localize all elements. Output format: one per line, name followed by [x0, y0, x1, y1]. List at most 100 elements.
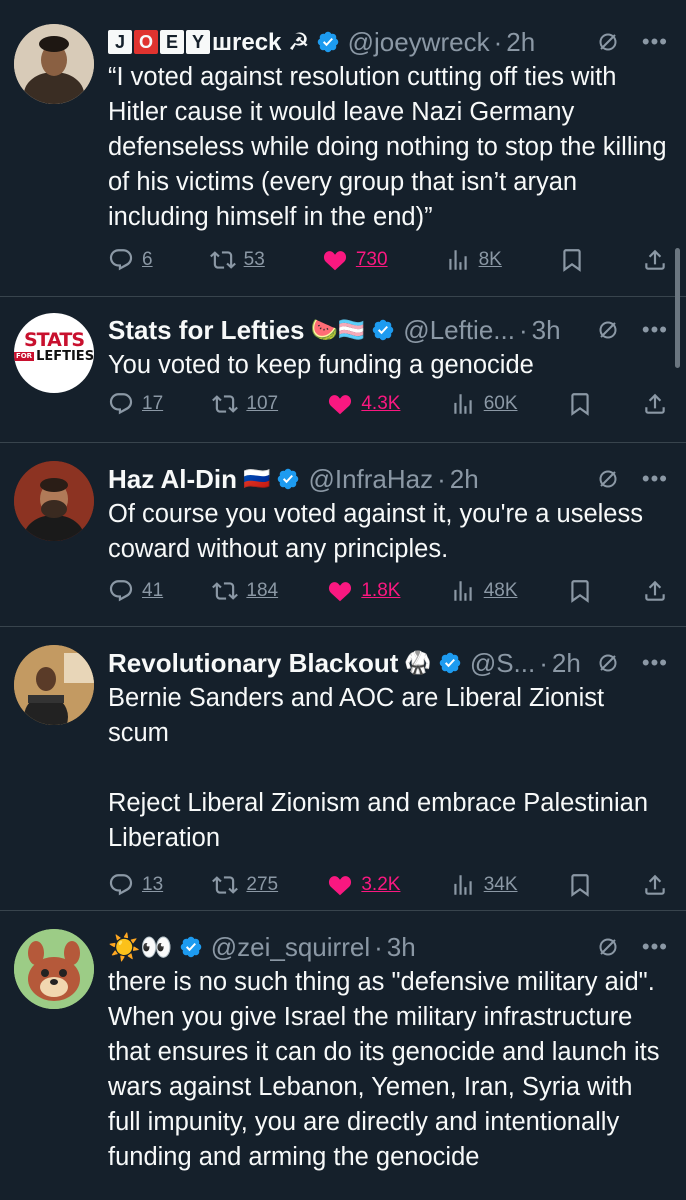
like-count: 4.3K: [361, 393, 401, 414]
heart-icon: [327, 391, 353, 417]
repost-icon: [212, 872, 238, 898]
tweet[interactable]: STATS FOR LEFTIES Stats for Lefties 🍉🏳️‍…: [0, 297, 686, 443]
heart-icon: [322, 247, 348, 273]
share-button[interactable]: [642, 872, 668, 898]
reply-button[interactable]: 6: [108, 247, 153, 273]
bookmark-icon: [567, 578, 593, 604]
handle[interactable]: @InfraHaz: [308, 464, 433, 495]
views-button[interactable]: 8K: [445, 247, 502, 273]
more-icon[interactable]: •••: [642, 317, 668, 343]
handle[interactable]: @joeywreck: [348, 27, 490, 58]
display-name[interactable]: Haz Al-Din: [108, 464, 237, 495]
bookmark-icon: [559, 247, 585, 273]
display-name[interactable]: J O E Y шreck ☭: [108, 28, 310, 57]
bookmark-button[interactable]: [567, 391, 593, 417]
separator: ·: [539, 647, 548, 678]
repost-icon: [210, 247, 236, 273]
views-button[interactable]: 34K: [450, 872, 518, 898]
avatar-text: LEFTIES: [36, 349, 94, 364]
avatar[interactable]: STATS FOR LEFTIES: [14, 313, 94, 393]
share-button[interactable]: [642, 247, 668, 273]
grok-icon[interactable]: [596, 318, 620, 342]
separator: ·: [518, 314, 528, 345]
display-name[interactable]: Stats for Lefties: [108, 315, 305, 346]
logo-letter: J: [108, 30, 132, 54]
separator: ·: [374, 931, 383, 962]
repost-button[interactable]: 275: [212, 872, 278, 898]
like-count: 730: [355, 249, 388, 270]
reply-icon: [108, 391, 134, 417]
grok-icon[interactable]: [596, 651, 620, 675]
bookmark-button[interactable]: [567, 872, 593, 898]
repost-count: 107: [246, 393, 279, 414]
grok-icon[interactable]: [596, 30, 620, 54]
repost-icon: [212, 391, 238, 417]
more-icon[interactable]: •••: [642, 934, 668, 960]
avatar-text: STATS: [23, 329, 85, 351]
heart-icon: [327, 872, 353, 898]
repost-button[interactable]: 53: [210, 247, 265, 273]
share-button[interactable]: [642, 391, 668, 417]
like-button[interactable]: 1.8K: [327, 578, 400, 604]
bookmark-icon: [567, 391, 593, 417]
display-name[interactable]: Revolutionary Blackout: [108, 648, 398, 679]
verified-icon: [316, 30, 340, 54]
scrollbar[interactable]: [675, 248, 680, 368]
like-button[interactable]: 4.3K: [327, 391, 400, 417]
more-icon[interactable]: •••: [642, 29, 668, 55]
display-name[interactable]: ☀️👀: [108, 932, 173, 963]
name-emoji: 🍉🏳️‍⚧️: [310, 317, 366, 342]
timestamp[interactable]: 3h: [387, 932, 416, 963]
timestamp[interactable]: 2h: [450, 464, 479, 495]
views-icon: [450, 391, 476, 417]
timestamp[interactable]: 2h: [552, 648, 581, 679]
views-button[interactable]: 60K: [450, 391, 518, 417]
verified-icon: [276, 467, 300, 491]
reply-icon: [108, 247, 134, 273]
share-button[interactable]: [642, 578, 668, 604]
repost-count: 184: [246, 580, 279, 601]
grok-icon[interactable]: [596, 935, 620, 959]
handle[interactable]: @S...: [470, 648, 535, 679]
repost-button[interactable]: 107: [212, 391, 278, 417]
handle[interactable]: @zei_squirrel: [211, 932, 370, 963]
like-count: 3.2K: [361, 874, 401, 895]
name-emoji: 🇷🇺: [243, 466, 271, 491]
avatar[interactable]: [14, 929, 94, 1009]
bookmark-button[interactable]: [567, 578, 593, 604]
avatar[interactable]: [14, 461, 94, 541]
more-icon[interactable]: •••: [642, 650, 668, 676]
display-name-suffix: шreck ☭: [212, 28, 310, 56]
grok-icon[interactable]: [596, 467, 620, 491]
timestamp[interactable]: 3h: [532, 315, 561, 346]
share-icon: [642, 247, 668, 273]
reply-count: 17: [142, 393, 164, 414]
view-count: 34K: [483, 874, 518, 895]
tweet-text: “I voted against resolution cutting off …: [108, 63, 674, 231]
tweet[interactable]: Revolutionary Blackout 🥋 @S... · 2h ••• …: [0, 627, 686, 911]
like-button[interactable]: 730: [322, 247, 388, 273]
like-count: 1.8K: [361, 580, 401, 601]
bookmark-button[interactable]: [559, 247, 585, 273]
logo-letter: Y: [186, 30, 210, 54]
repost-button[interactable]: 184: [212, 578, 278, 604]
views-button[interactable]: 48K: [450, 578, 518, 604]
timestamp[interactable]: 2h: [506, 27, 535, 58]
like-button[interactable]: 3.2K: [327, 872, 400, 898]
avatar[interactable]: [14, 645, 94, 725]
reply-button[interactable]: 13: [108, 872, 163, 898]
reply-button[interactable]: 41: [108, 578, 163, 604]
tweet-text: there is no such thing as "defensive mil…: [108, 968, 667, 1171]
tweet[interactable]: J O E Y шreck ☭ @joeywreck · 2h ••• “I v…: [0, 0, 686, 297]
tweet[interactable]: Haz Al-Din 🇷🇺 @InfraHaz · 2h ••• Of cour…: [0, 443, 686, 627]
reply-count: 6: [142, 249, 153, 270]
logo-letter: O: [134, 30, 158, 54]
repost-count: 275: [246, 874, 279, 895]
heart-icon: [327, 578, 353, 604]
tweet[interactable]: ☀️👀 @zei_squirrel · 3h ••• there is no s…: [0, 911, 686, 1200]
reply-button[interactable]: 17: [108, 391, 163, 417]
more-icon[interactable]: •••: [642, 466, 668, 492]
handle[interactable]: @Leftie...: [403, 315, 515, 346]
action-bar: 17 107 4.3K 60K: [108, 387, 668, 421]
avatar[interactable]: [14, 24, 94, 104]
